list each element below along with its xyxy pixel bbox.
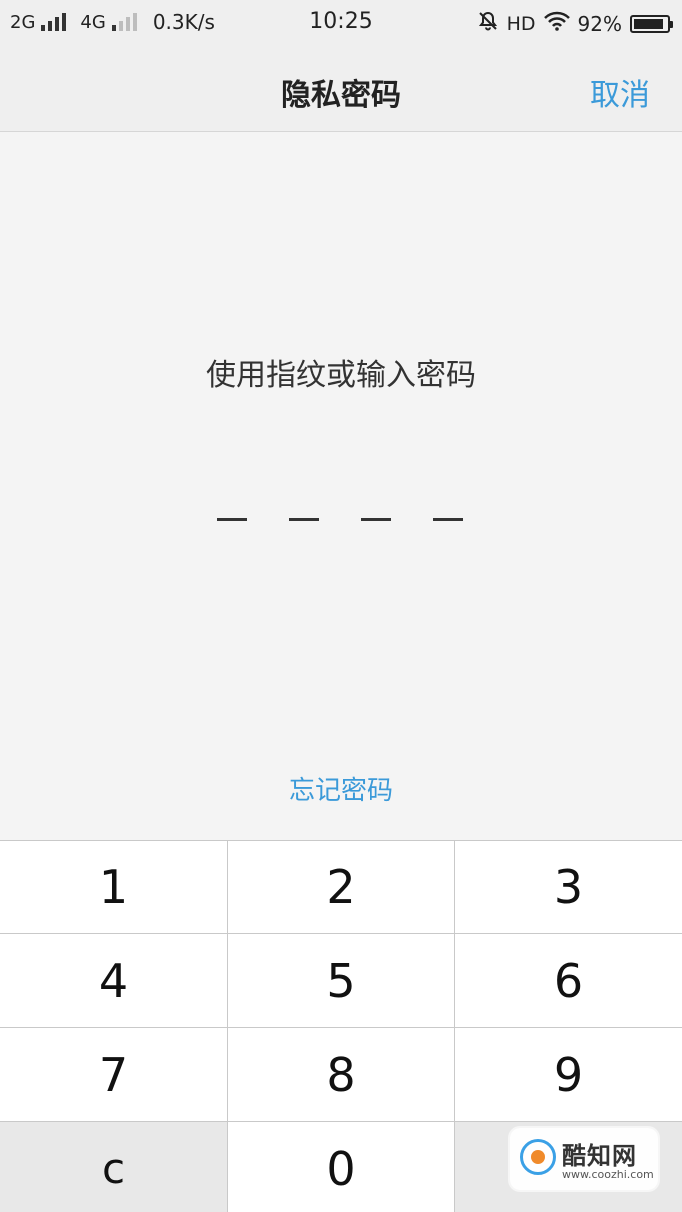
page-title: 隐私密码: [281, 78, 401, 113]
coozhi-logo-icon: [520, 1139, 556, 1175]
mute-bell-icon: [477, 10, 499, 37]
key-1[interactable]: 1: [0, 841, 227, 933]
battery-icon: [630, 14, 673, 33]
key-2[interactable]: 2: [227, 841, 455, 933]
password-prompt: 使用指纹或输入密码: [206, 358, 476, 393]
pin-input-slots: [217, 518, 463, 521]
key-4[interactable]: 4: [0, 934, 227, 1027]
status-right: HD 92%: [477, 10, 673, 37]
status-bar: 2G 4G 0.3K/s 10:25 HD 92%: [0, 0, 682, 46]
privacy-password-screen: 2G 4G 0.3K/s 10:25 HD 92% 隐私密码 取消 使用指纹或输…: [0, 0, 682, 1212]
key-3[interactable]: 3: [455, 841, 682, 933]
key-9[interactable]: 9: [455, 1028, 682, 1121]
pin-slot: [433, 518, 463, 521]
watermark-url: www.coozhi.com: [562, 1168, 654, 1181]
key-7[interactable]: 7: [0, 1028, 227, 1121]
key-6[interactable]: 6: [455, 934, 682, 1027]
cancel-button[interactable]: 取消: [590, 70, 650, 114]
key-5[interactable]: 5: [227, 934, 455, 1027]
pin-slot: [289, 518, 319, 521]
clear-key[interactable]: c: [0, 1122, 227, 1212]
key-8[interactable]: 8: [227, 1028, 455, 1121]
watermark-logo: 酷知网 www.coozhi.com: [510, 1128, 658, 1190]
watermark-name: 酷知网: [562, 1142, 637, 1170]
key-0[interactable]: 0: [227, 1122, 455, 1212]
header-bar: 隐私密码 取消: [0, 46, 682, 132]
forgot-password-link[interactable]: 忘记密码: [0, 770, 682, 807]
pin-slot: [217, 518, 247, 521]
hd-indicator: HD: [506, 12, 536, 35]
wifi-icon: [543, 11, 570, 36]
pin-slot: [361, 518, 391, 521]
battery-percent: 92%: [577, 11, 622, 36]
